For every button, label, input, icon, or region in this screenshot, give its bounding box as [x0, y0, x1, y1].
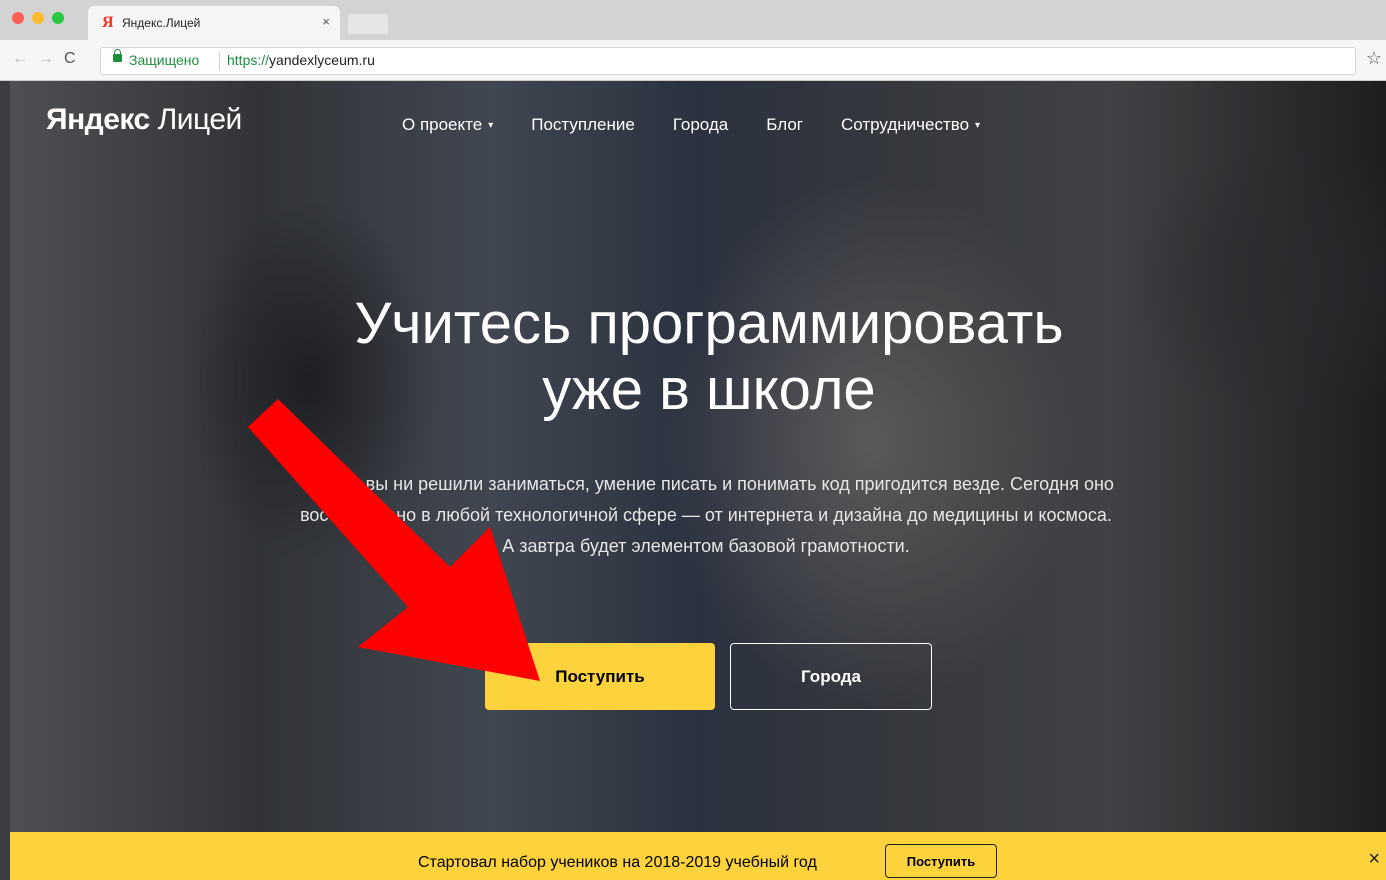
window-minimize-button[interactable]	[32, 12, 44, 24]
site-logo[interactable]: Яндекс Лицей	[46, 103, 242, 137]
tab-close-icon[interactable]: ×	[322, 14, 330, 29]
nav-item-partnership[interactable]: Сотрудничество ▾	[841, 115, 980, 135]
window-zoom-button[interactable]	[52, 12, 64, 24]
nav-item-label: Сотрудничество	[840, 115, 970, 134]
forward-arrow-icon[interactable]: →	[38, 50, 54, 68]
nav-item-blog[interactable]: Блог	[766, 115, 803, 135]
red-annotation-arrow-icon	[248, 399, 540, 681]
close-icon[interactable]: ×	[1368, 848, 1380, 871]
url-text: https://yandexlyceum.ru	[227, 52, 375, 68]
hero-title-line: уже в школе	[542, 357, 876, 422]
new-tab-button[interactable]	[348, 14, 388, 34]
tab-title: Яндекс.Лицей	[122, 16, 201, 30]
bookmark-star-icon[interactable]: ☆	[1366, 48, 1382, 69]
reload-icon[interactable]: C	[64, 50, 76, 68]
browser-toolbar: ← → C Защищено https://yandexlyceum.ru ☆	[0, 40, 1386, 81]
logo-brand-bold: Яндекс	[46, 103, 150, 136]
nav-item-label: О проекте	[402, 115, 483, 134]
nav-item-admission[interactable]: Поступление	[531, 115, 635, 135]
window-close-button[interactable]	[12, 12, 24, 24]
url-host: yandexlyceum.ru	[269, 52, 375, 68]
main-nav: О проекте ▾ Поступление Города Блог Сотру…	[402, 115, 980, 135]
hero-title-line: Учитесь программировать	[354, 291, 1064, 356]
hero-title: Учитесь программировать уже в школе	[10, 291, 1386, 423]
address-bar[interactable]: Защищено https://yandexlyceum.ru	[100, 47, 1356, 75]
caret-down-icon: ▾	[975, 120, 981, 132]
yandex-favicon-icon: Я	[102, 14, 114, 31]
banner-apply-button[interactable]: Поступить	[885, 844, 997, 878]
lock-icon	[113, 49, 122, 62]
page-viewport: Яндекс Лицей О проекте ▾ Поступление Горо…	[10, 81, 1386, 880]
nav-item-about[interactable]: О проекте ▾	[402, 115, 493, 135]
address-divider	[219, 52, 220, 70]
logo-brand-light: Лицей	[157, 103, 243, 136]
caret-down-icon: ▾	[488, 120, 494, 132]
enrollment-banner: Стартовал набор учеников на 2018-2019 уч…	[10, 832, 1386, 880]
browser-tabstrip: Я Яндекс.Лицей ×	[0, 0, 1386, 40]
cities-button[interactable]: Города	[730, 643, 932, 710]
banner-text: Стартовал набор учеников на 2018-2019 уч…	[418, 854, 817, 871]
nav-item-cities[interactable]: Города	[673, 115, 728, 135]
url-protocol: https://	[227, 52, 270, 68]
secure-label: Защищено	[129, 52, 200, 68]
browser-tab-active[interactable]: Я Яндекс.Лицей ×	[88, 6, 340, 40]
back-arrow-icon[interactable]: ←	[12, 50, 28, 68]
arrow-shape	[248, 399, 540, 681]
